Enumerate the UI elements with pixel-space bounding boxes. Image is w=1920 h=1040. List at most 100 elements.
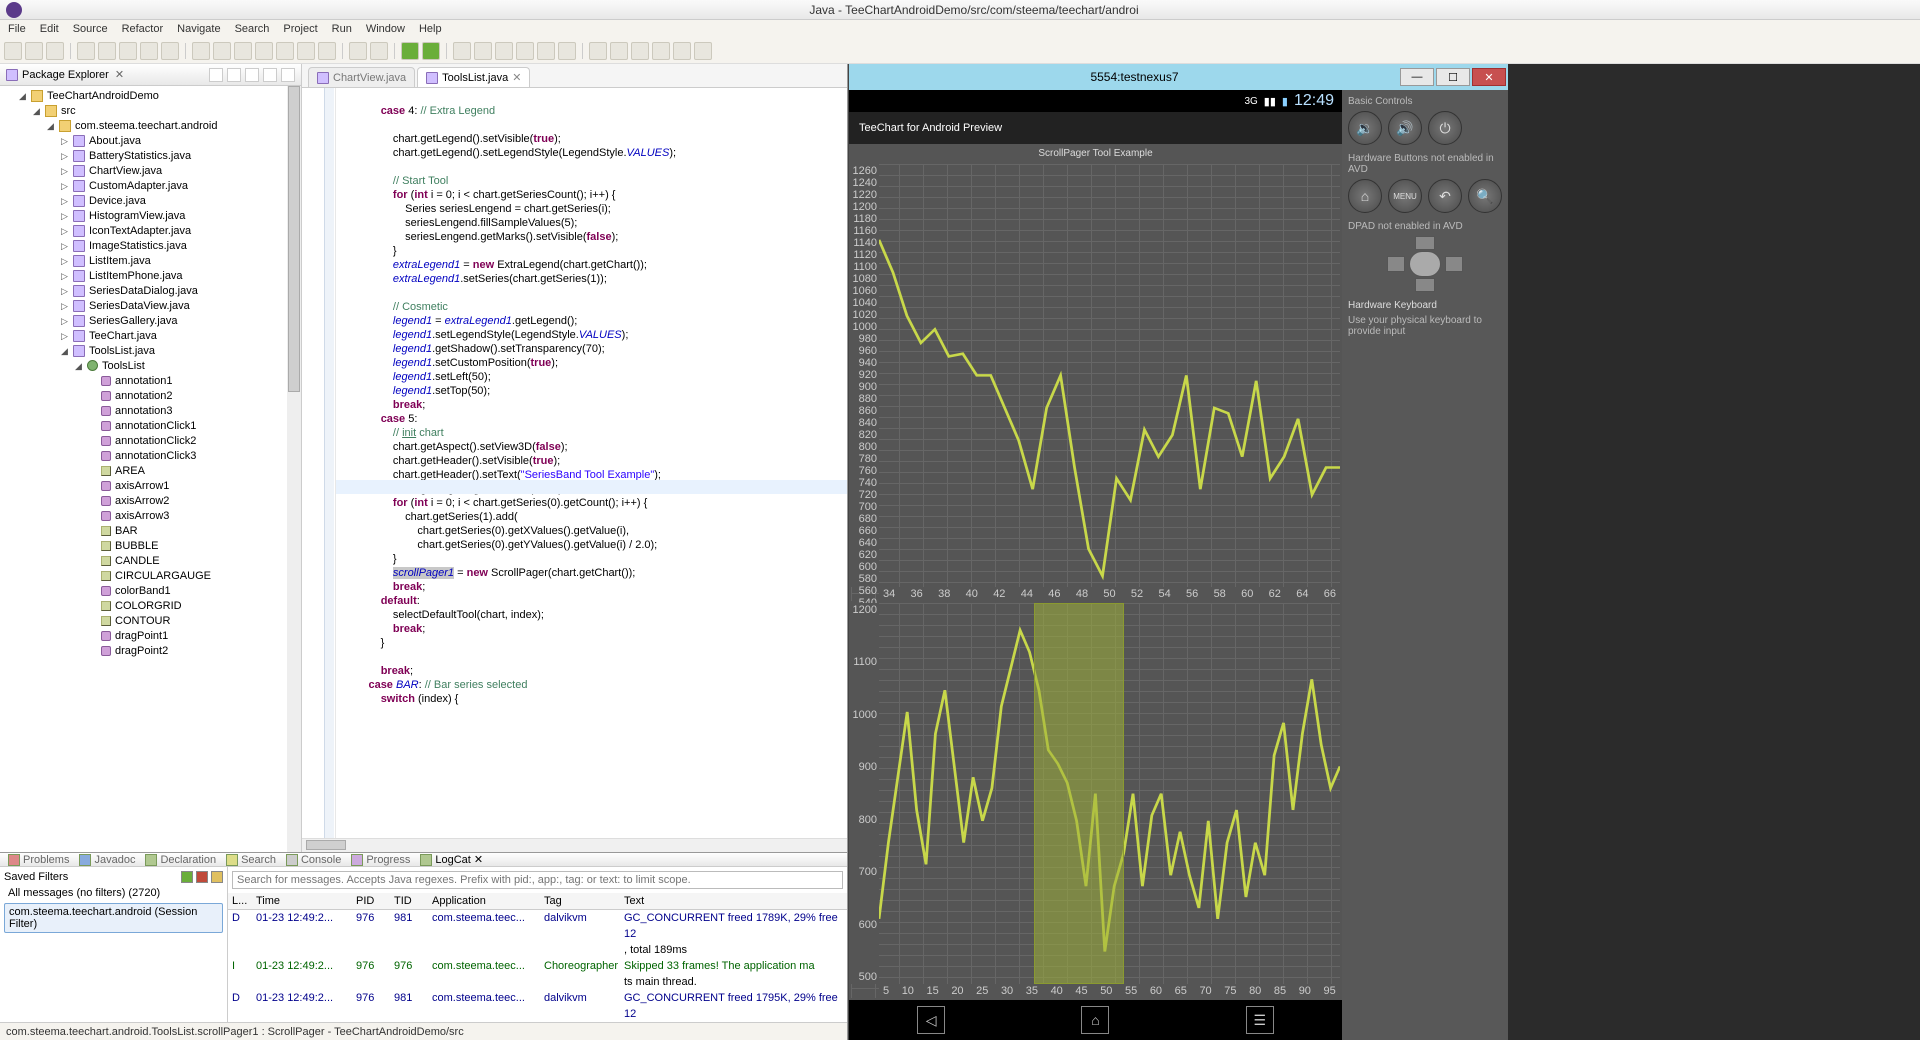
tb-9[interactable]: [192, 42, 210, 60]
tab-toolslist[interactable]: ToolsList.java✕: [417, 67, 530, 87]
package-node[interactable]: ◢com.steema.teechart.android: [2, 118, 301, 133]
file-TeeChart[interactable]: ▷TeeChart.java: [2, 328, 301, 343]
menu-source[interactable]: Source: [73, 23, 108, 35]
log-row[interactable]: I01-23 12:49:2...976976com.steema.teec..…: [228, 958, 847, 974]
tb-26[interactable]: [589, 42, 607, 60]
tab-logcat[interactable]: LogCat ✕: [420, 853, 483, 866]
member-dragPoint1[interactable]: dragPoint1: [2, 628, 301, 643]
vol-up-button[interactable]: 🔊: [1388, 111, 1422, 145]
member-CANDLE[interactable]: CANDLE: [2, 553, 301, 568]
class-ToolsList[interactable]: ◢ToolsList: [2, 358, 301, 373]
menu-navigate[interactable]: Navigate: [177, 23, 220, 35]
menu-refactor[interactable]: Refactor: [122, 23, 164, 35]
scroll-pager-selection[interactable]: [1034, 603, 1123, 984]
add-filter-button[interactable]: [181, 871, 193, 883]
filter-all[interactable]: All messages (no filters) (2720): [4, 885, 223, 901]
member-dragPoint2[interactable]: dragPoint2: [2, 643, 301, 658]
tb-27[interactable]: [610, 42, 628, 60]
file-Device[interactable]: ▷Device.java: [2, 193, 301, 208]
member-BAR[interactable]: BAR: [2, 523, 301, 538]
emulator-titlebar[interactable]: 5554:testnexus7 — ☐ ✕: [849, 64, 1508, 90]
tb-22[interactable]: [495, 42, 513, 60]
tb-24[interactable]: [537, 42, 555, 60]
file-CustomAdapter[interactable]: ▷CustomAdapter.java: [2, 178, 301, 193]
tb-25[interactable]: [558, 42, 576, 60]
file-HistogramView[interactable]: ▷HistogramView.java: [2, 208, 301, 223]
tb-14[interactable]: [297, 42, 315, 60]
filter-session[interactable]: com.steema.teechart.android (Session Fil…: [4, 903, 223, 933]
log-row[interactable]: ts main thread.: [228, 974, 847, 990]
tab-problems[interactable]: Problems: [8, 854, 69, 866]
member-COLORGRID[interactable]: COLORGRID: [2, 598, 301, 613]
recent-button[interactable]: ☰: [1246, 1006, 1274, 1034]
file-ListItem[interactable]: ▷ListItem.java: [2, 253, 301, 268]
back-button[interactable]: ◁: [917, 1006, 945, 1034]
editor-hscroll[interactable]: [302, 838, 847, 852]
tb-saveall[interactable]: [46, 42, 64, 60]
menu-run[interactable]: Run: [332, 23, 352, 35]
tb-5[interactable]: [98, 42, 116, 60]
tb-20[interactable]: [453, 42, 471, 60]
menu-window[interactable]: Window: [366, 23, 405, 35]
tab-close-icon[interactable]: ✕: [512, 71, 521, 84]
lower-chart[interactable]: 120011001000900800700600500 510152025303…: [851, 603, 1340, 998]
tb-save[interactable]: [25, 42, 43, 60]
log-row[interactable]: , total 189ms: [228, 942, 847, 958]
project-node[interactable]: ◢TeeChartAndroidDemo: [2, 88, 301, 103]
member-annotationClick1[interactable]: annotationClick1: [2, 418, 301, 433]
power-button[interactable]: ⏻: [1428, 111, 1462, 145]
menu-help[interactable]: Help: [419, 23, 442, 35]
tab-declaration[interactable]: Declaration: [145, 854, 216, 866]
menu-edit[interactable]: Edit: [40, 23, 59, 35]
close-icon[interactable]: ✕: [115, 68, 124, 81]
tab-console[interactable]: Console: [286, 854, 341, 866]
project-tree[interactable]: ◢TeeChartAndroidDemo◢src◢com.steema.teec…: [0, 86, 301, 852]
file-SeriesDataDialog[interactable]: ▷SeriesDataDialog.java: [2, 283, 301, 298]
tb-7[interactable]: [140, 42, 158, 60]
home-button[interactable]: ⌂: [1081, 1006, 1109, 1034]
tab-progress[interactable]: Progress: [351, 854, 410, 866]
tb-17[interactable]: [370, 42, 388, 60]
view-btn-1[interactable]: [209, 68, 223, 82]
logcat-table[interactable]: L... Time PID TID Application Tag Text D…: [228, 893, 847, 1022]
tb-debug[interactable]: [422, 42, 440, 60]
member-annotation1[interactable]: annotation1: [2, 373, 301, 388]
src-node[interactable]: ◢src: [2, 103, 301, 118]
view-min[interactable]: [263, 68, 277, 82]
tb-31[interactable]: [694, 42, 712, 60]
gutter[interactable]: [302, 88, 336, 838]
member-annotationClick3[interactable]: annotationClick3: [2, 448, 301, 463]
view-btn-2[interactable]: [227, 68, 241, 82]
tb-6[interactable]: [119, 42, 137, 60]
member-axisArrow3[interactable]: axisArrow3: [2, 508, 301, 523]
file-ListItemPhone[interactable]: ▷ListItemPhone.java: [2, 268, 301, 283]
tab-search[interactable]: Search: [226, 854, 276, 866]
member-axisArrow1[interactable]: axisArrow1: [2, 478, 301, 493]
log-row[interactable]: D01-23 12:49:2...976981com.steema.teec..…: [228, 990, 847, 1022]
vol-down-button[interactable]: 🔉: [1348, 111, 1382, 145]
tb-28[interactable]: [631, 42, 649, 60]
edit-filter-button[interactable]: [211, 871, 223, 883]
file-IconTextAdapter[interactable]: ▷IconTextAdapter.java: [2, 223, 301, 238]
member-colorBand1[interactable]: colorBand1: [2, 583, 301, 598]
menu-file[interactable]: File: [8, 23, 26, 35]
win-min-button[interactable]: —: [1400, 68, 1434, 86]
file-SeriesDataView[interactable]: ▷SeriesDataView.java: [2, 298, 301, 313]
upper-chart[interactable]: 1260124012201200118011601140112011001080…: [851, 164, 1340, 601]
tree-scrollbar[interactable]: [287, 86, 301, 852]
member-axisArrow2[interactable]: axisArrow2: [2, 493, 301, 508]
tb-4[interactable]: [77, 42, 95, 60]
tb-11[interactable]: [234, 42, 252, 60]
member-CONTOUR[interactable]: CONTOUR: [2, 613, 301, 628]
view-max[interactable]: [281, 68, 295, 82]
tab-chartview[interactable]: ChartView.java: [308, 67, 415, 87]
tb-run[interactable]: [401, 42, 419, 60]
tb-30[interactable]: [673, 42, 691, 60]
file-ChartView[interactable]: ▷ChartView.java: [2, 163, 301, 178]
tb-new[interactable]: [4, 42, 22, 60]
tb-10[interactable]: [213, 42, 231, 60]
menu-search[interactable]: Search: [235, 23, 270, 35]
member-BUBBLE[interactable]: BUBBLE: [2, 538, 301, 553]
code-editor[interactable]: case 4: // Extra Legend chart.getLegend(…: [302, 88, 847, 838]
close-icon[interactable]: ✕: [474, 853, 483, 866]
